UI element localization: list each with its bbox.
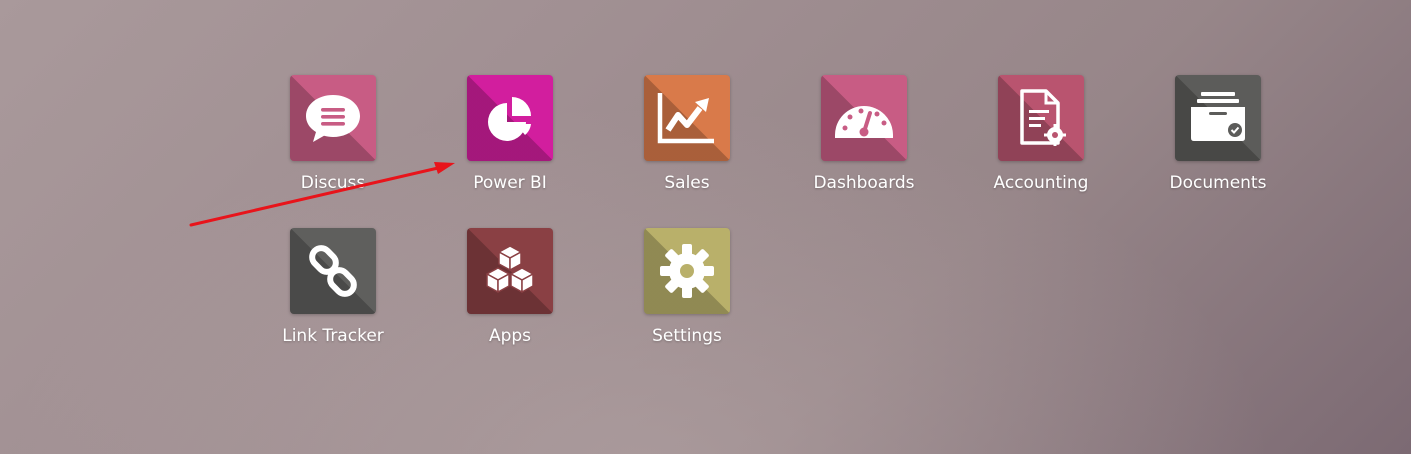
app-label-discuss: Discuss <box>300 173 366 193</box>
app-tile-discuss[interactable] <box>290 75 376 161</box>
app-accounting[interactable]: Accounting <box>986 75 1096 195</box>
app-apps[interactable]: Apps <box>455 228 565 348</box>
app-documents[interactable]: Documents <box>1163 75 1273 195</box>
cubes-icon <box>486 245 534 293</box>
gear-icon <box>660 244 714 298</box>
app-tile-accounting[interactable] <box>998 75 1084 161</box>
app-label-apps: Apps <box>488 326 532 346</box>
app-label-settings: Settings <box>652 326 722 346</box>
app-tile-sales[interactable] <box>644 75 730 161</box>
app-label-sales: Sales <box>664 173 710 193</box>
app-power-bi[interactable]: Power BI <box>455 75 565 195</box>
red-arrow <box>189 162 455 227</box>
app-tile-dashboards[interactable] <box>821 75 907 161</box>
app-label-link-tracker: Link Tracker <box>282 326 384 346</box>
chain-link-icon <box>309 245 357 297</box>
gauge-icon <box>835 106 893 138</box>
app-tile-apps[interactable] <box>467 228 553 314</box>
app-tile-documents[interactable] <box>1175 75 1261 161</box>
chat-bubble-icon <box>306 95 360 142</box>
app-settings[interactable]: Settings <box>632 228 742 348</box>
app-tile-power-bi[interactable] <box>467 75 553 161</box>
app-label-documents: Documents <box>1169 173 1267 193</box>
app-dashboards[interactable]: Dashboards <box>809 75 919 195</box>
invoice-gear-icon <box>1020 89 1066 146</box>
document-tray-icon <box>1191 92 1245 141</box>
app-label-power-bi: Power BI <box>473 173 547 193</box>
app-tile-settings[interactable] <box>644 228 730 314</box>
app-label-dashboards: Dashboards <box>813 173 915 193</box>
trending-chart-icon <box>657 93 714 144</box>
app-sales[interactable]: Sales <box>632 75 742 195</box>
app-link-tracker[interactable]: Link Tracker <box>278 228 388 348</box>
app-label-accounting: Accounting <box>993 173 1089 193</box>
pie-chart-icon <box>488 97 531 141</box>
app-tile-link-tracker[interactable] <box>290 228 376 314</box>
app-discuss[interactable]: Discuss <box>278 75 388 195</box>
